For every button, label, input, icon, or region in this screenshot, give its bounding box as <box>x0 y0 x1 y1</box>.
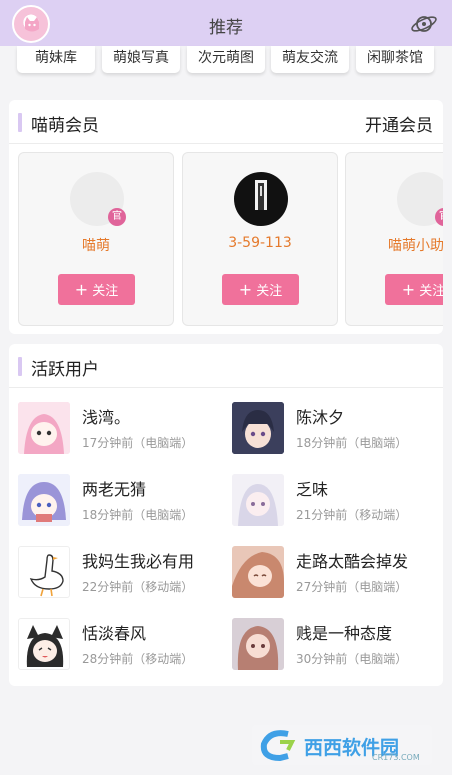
user-avatar[interactable] <box>18 402 70 454</box>
member-card[interactable]: 3-59-113 + 关注 <box>182 152 338 326</box>
members-header: 喵萌会员 开通会员 <box>9 100 443 144</box>
section-accent-bar <box>18 113 22 132</box>
anime-avatar-icon <box>18 402 70 454</box>
category-chip[interactable]: 次元萌图 <box>187 46 265 73</box>
plus-icon: + <box>74 280 89 299</box>
plus-icon: + <box>401 280 416 299</box>
user-name[interactable]: 贱是一种态度 <box>296 620 442 644</box>
category-chip[interactable]: 萌友交流 <box>271 46 349 73</box>
doorway-avatar-icon <box>255 180 267 210</box>
user-name[interactable]: 走路太酷会掉发 <box>296 548 442 572</box>
anime-avatar-icon <box>232 546 284 598</box>
user-item[interactable]: 乏味 21分钟前（移动端） <box>232 474 442 534</box>
active-users-section: 活跃用户 浅湾。 17分钟前（电脑端） 陈沐夕 18分钟前（电脑端） 两老无猜 … <box>9 344 443 686</box>
user-name[interactable]: 恬淡春风 <box>82 620 228 644</box>
user-item[interactable]: 我妈生我必有用 22分钟前（移动端） <box>18 546 228 606</box>
active-users-header: 活跃用户 <box>9 344 443 388</box>
follow-label: 关注 <box>92 284 119 299</box>
anime-avatar-icon <box>26 625 64 667</box>
user-name[interactable]: 两老无猜 <box>82 476 228 500</box>
user-last-active: 18分钟前（电脑端） <box>82 508 194 522</box>
member-carousel[interactable]: 官 喵萌 +关注 3-59-113 +关注 官 喵萌小助手 +关注 <box>18 152 443 328</box>
category-chip[interactable]: 萌娘写真 <box>102 46 180 73</box>
site-watermark: 西西软件园 CR173.COM <box>252 725 432 765</box>
user-item[interactable]: 两老无猜 18分钟前（电脑端） <box>18 474 228 534</box>
user-name[interactable]: 浅湾。 <box>82 404 228 428</box>
user-avatar[interactable] <box>232 618 284 670</box>
user-last-active: 22分钟前（移动端） <box>82 580 194 594</box>
watermark-subtext: CR173.COM <box>372 753 420 762</box>
user-avatar[interactable] <box>232 474 284 526</box>
planet-icon[interactable] <box>410 11 438 37</box>
plus-icon: + <box>238 280 253 299</box>
user-avatar[interactable] <box>18 546 70 598</box>
user-avatar[interactable] <box>18 474 70 526</box>
user-avatar[interactable] <box>18 618 70 670</box>
user-last-active: 18分钟前（电脑端） <box>296 436 408 450</box>
user-avatar[interactable] <box>232 402 284 454</box>
member-card[interactable]: 官 喵萌 + 关注 <box>18 152 174 326</box>
members-title: 喵萌会员 <box>31 116 99 136</box>
user-item[interactable]: 浅湾。 17分钟前（电脑端） <box>18 402 228 462</box>
member-card[interactable]: 官 喵萌小助手 +关注 <box>345 152 443 326</box>
user-name[interactable]: 乏味 <box>296 476 442 500</box>
member-name[interactable]: 喵萌小助手 <box>346 235 443 255</box>
page-title: 推荐 <box>209 18 243 38</box>
user-item[interactable]: 贱是一种态度 30分钟前（电脑端） <box>232 618 442 678</box>
user-avatar[interactable] <box>232 546 284 598</box>
official-badge: 官 <box>108 208 126 226</box>
app-header: 推荐 <box>0 0 452 46</box>
user-last-active: 27分钟前（电脑端） <box>296 580 408 594</box>
user-item[interactable]: 走路太酷会掉发 27分钟前（电脑端） <box>232 546 442 606</box>
user-item[interactable]: 陈沐夕 18分钟前（电脑端） <box>232 402 442 462</box>
category-chip[interactable]: 闲聊茶馆 <box>356 46 434 73</box>
watermark-logo-icon <box>260 730 296 762</box>
active-users-title: 活跃用户 <box>31 360 99 380</box>
user-last-active: 21分钟前（移动端） <box>296 508 408 522</box>
follow-button[interactable]: + 关注 <box>58 274 135 305</box>
category-chip[interactable]: 萌妹库 <box>17 46 95 73</box>
anime-avatar-icon <box>232 402 284 454</box>
open-membership-link[interactable]: 开通会员 <box>365 111 433 136</box>
official-badge: 官 <box>435 208 443 226</box>
user-item[interactable]: 恬淡春风 28分钟前（移动端） <box>18 618 228 678</box>
anime-avatar-icon <box>232 618 284 670</box>
member-avatar[interactable] <box>234 172 288 226</box>
follow-button[interactable]: + 关注 <box>222 274 299 305</box>
members-section: 喵萌会员 开通会员 官 喵萌 +关注 3-59-113 +关注 官 <box>9 100 443 334</box>
user-last-active: 28分钟前（移动端） <box>82 652 194 666</box>
user-name[interactable]: 我妈生我必有用 <box>82 548 228 572</box>
section-accent-bar <box>18 357 22 376</box>
anime-avatar-icon <box>18 474 70 526</box>
category-bar: 萌妹库 萌娘写真 次元萌图 萌友交流 闲聊茶馆 <box>0 46 452 86</box>
follow-label: 关注 <box>256 284 283 299</box>
follow-label: 关注 <box>419 284 443 299</box>
follow-button[interactable]: + 关注 <box>385 274 443 305</box>
anime-avatar-icon <box>232 474 284 526</box>
member-name[interactable]: 喵萌 <box>19 235 173 255</box>
user-last-active: 17分钟前（电脑端） <box>82 436 194 450</box>
goose-avatar-icon <box>29 554 64 597</box>
member-name[interactable]: 3-59-113 <box>183 235 337 251</box>
user-name[interactable]: 陈沐夕 <box>296 404 442 428</box>
user-last-active: 30分钟前（电脑端） <box>296 652 408 666</box>
